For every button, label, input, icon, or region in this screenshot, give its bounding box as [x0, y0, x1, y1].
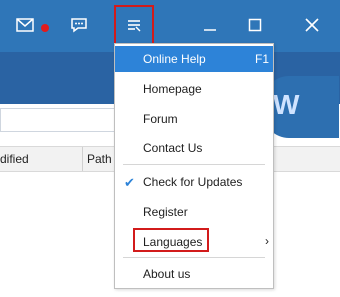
- chat-button[interactable]: [64, 10, 94, 40]
- menu-item-label: Check for Updates: [143, 175, 243, 189]
- main-dropdown-menu: Online Help F1 Homepage Forum Contact Us…: [114, 43, 274, 289]
- avatar-letter: W: [273, 89, 300, 120]
- menu-item-label: Homepage: [143, 82, 202, 96]
- menu-item-register[interactable]: Register: [115, 199, 273, 225]
- chat-icon: [71, 18, 87, 33]
- menu-item-label: About us: [143, 267, 191, 281]
- maximize-icon: [248, 18, 262, 32]
- menu-item-label: Languages: [143, 235, 203, 249]
- mail-icon: [16, 18, 34, 32]
- menu-item-about-us[interactable]: About us: [115, 261, 273, 287]
- mail-button[interactable]: [10, 10, 49, 40]
- notification-dot: [41, 24, 49, 32]
- column-header-path[interactable]: Path: [87, 152, 112, 166]
- chevron-right-icon: ›: [265, 234, 269, 248]
- checkmark-icon: ✔: [124, 175, 135, 190]
- menu-item-check-for-updates[interactable]: ✔ Check for Updates: [115, 169, 273, 195]
- menu-item-languages[interactable]: Languages ›: [115, 228, 273, 255]
- minimize-icon: [204, 29, 216, 31]
- main-menu-button[interactable]: [114, 5, 154, 45]
- menu-icon: [128, 20, 141, 32]
- menu-item-forum[interactable]: Forum: [115, 106, 273, 132]
- menu-item-label: Register: [143, 205, 188, 219]
- menu-item-label: Forum: [143, 112, 178, 126]
- close-button[interactable]: [297, 10, 327, 40]
- menu-item-shortcut: F1: [254, 52, 269, 66]
- menu-item-label: Contact Us: [143, 141, 203, 155]
- menu-separator: [123, 257, 265, 258]
- minimize-button[interactable]: [195, 10, 225, 40]
- menu-separator: [123, 164, 265, 165]
- maximize-button[interactable]: [240, 10, 270, 40]
- menu-item-label: Online Help: [143, 52, 206, 66]
- menu-item-contact-us[interactable]: Contact Us: [115, 135, 273, 161]
- menu-item-online-help[interactable]: Online Help F1: [115, 46, 273, 72]
- close-icon: [305, 18, 319, 32]
- menu-item-homepage[interactable]: Homepage: [115, 76, 273, 102]
- column-header-modified[interactable]: dified: [0, 152, 29, 166]
- avatar[interactable]: W: [263, 76, 339, 138]
- column-divider[interactable]: [82, 147, 83, 171]
